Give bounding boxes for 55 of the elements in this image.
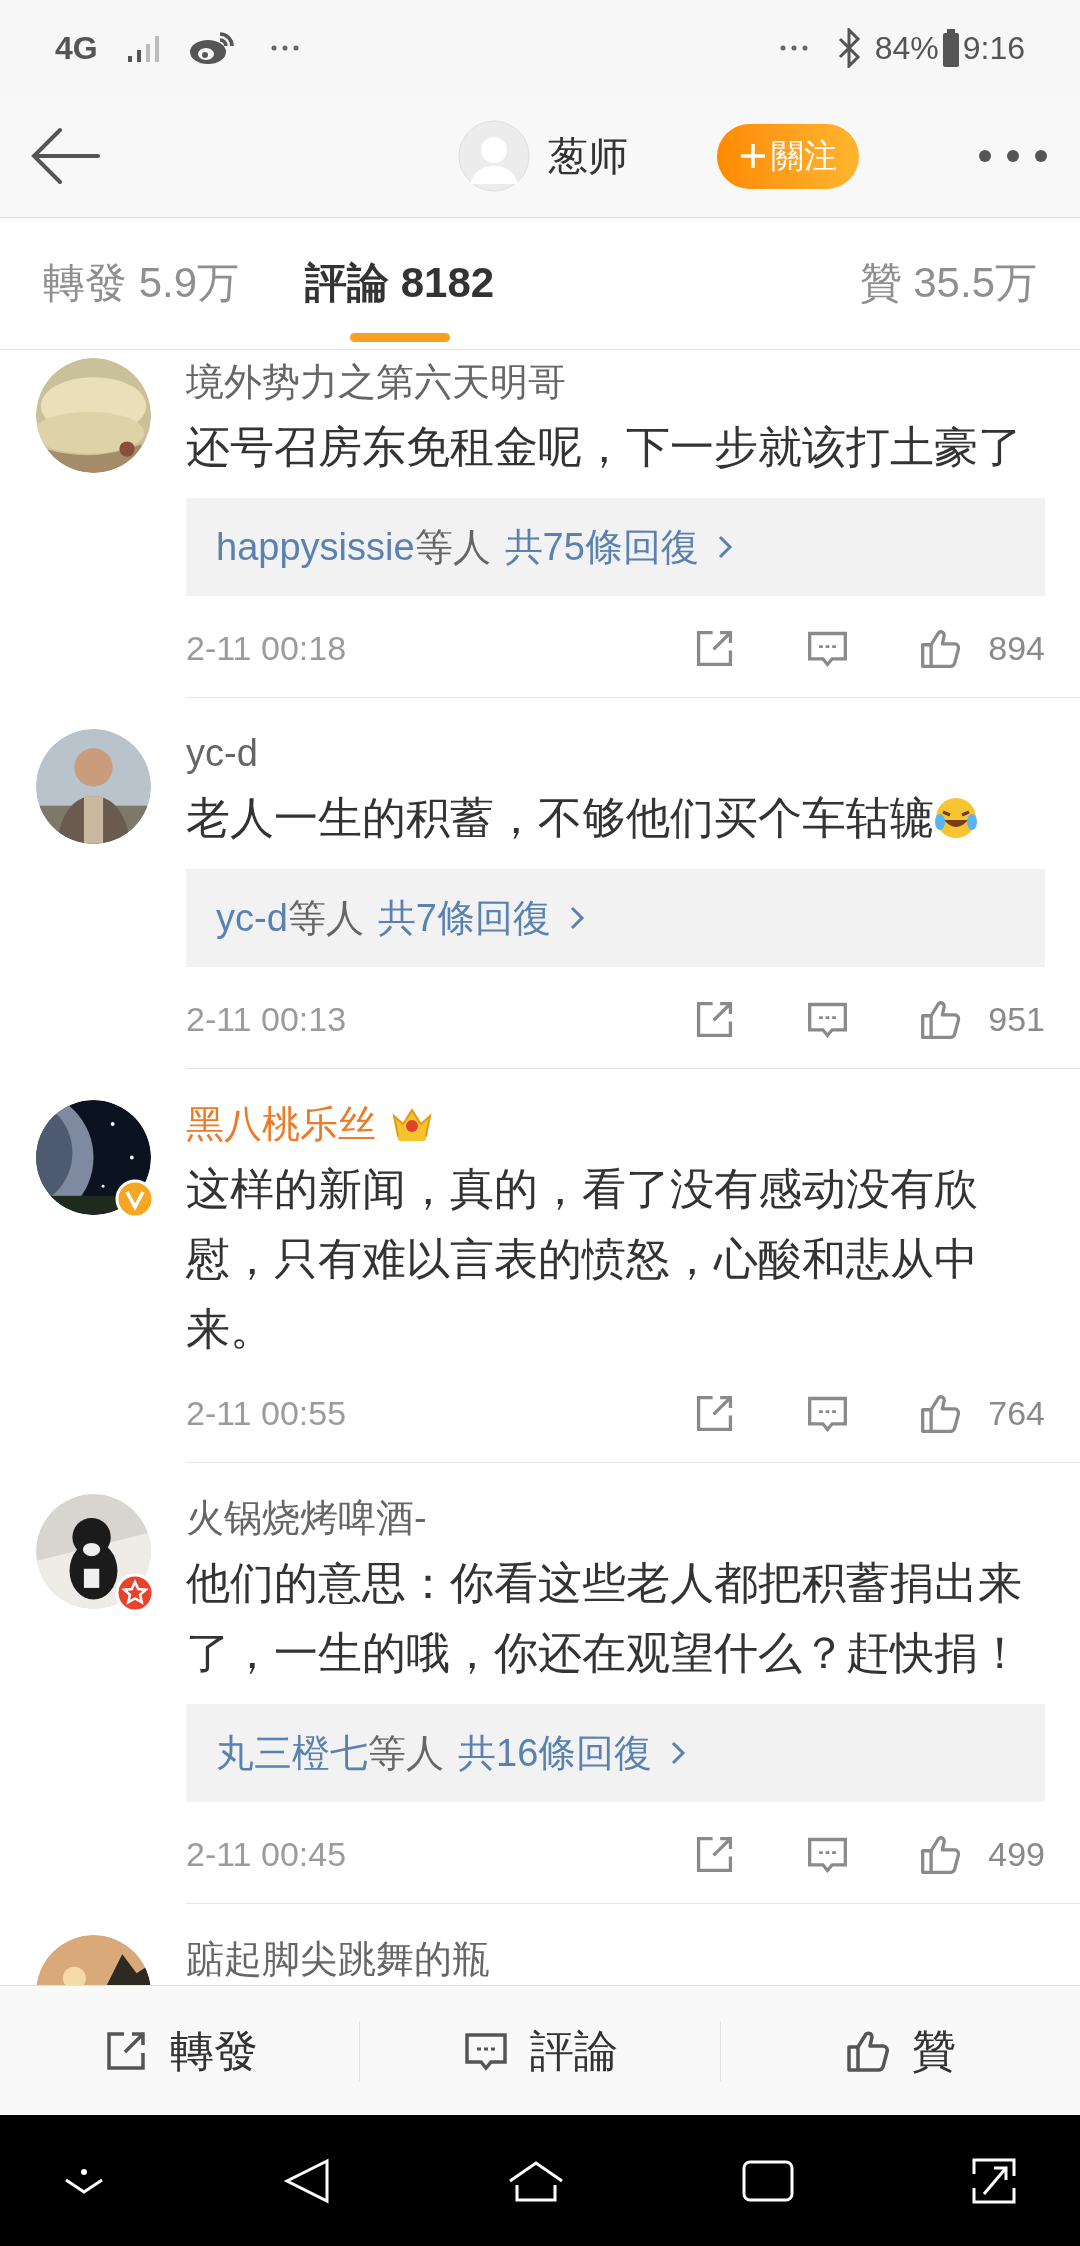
like-count: 499 — [988, 1833, 1045, 1875]
chevron-right-icon — [716, 533, 733, 561]
comment-text: 老人一生的积蓄，不够他们买个车轱辘 — [186, 792, 934, 844]
back-icon[interactable] — [282, 2156, 331, 2205]
comment-text: 这样的新闻，真的，看了没有感动没有欣慰，只有难以言表的愤怒，心酸和悲从中来。 — [186, 1163, 979, 1355]
weibo-icon — [187, 29, 236, 66]
reply-users-link[interactable]: happysissie — [216, 518, 415, 576]
chevron-right-icon — [568, 904, 585, 932]
more-icon[interactable] — [978, 149, 1048, 163]
recent-apps-icon[interactable] — [741, 2159, 794, 2202]
user-name[interactable]: yc-d — [186, 724, 258, 782]
like-count: 894 — [988, 627, 1045, 669]
more-icon — [269, 43, 300, 52]
reply-count-link[interactable]: 共16條回復 — [458, 1724, 653, 1782]
network-type: 4G — [55, 28, 98, 68]
star-badge-icon — [115, 1573, 155, 1613]
like-button[interactable]: 贊 — [720, 1986, 1080, 2115]
user-name: 葱师 — [548, 133, 628, 180]
battery-icon — [940, 27, 961, 68]
comment-text: 还号召房东免租金呢，下一步就该打土豪了 — [186, 421, 1023, 473]
reply-users-link[interactable]: 丸三橙七 — [216, 1724, 368, 1782]
bluetooth-icon — [836, 27, 861, 68]
comment-time: 2-11 00:13 — [186, 998, 347, 1040]
reply-users-suffix: 等人 — [414, 524, 491, 570]
reply-users-link[interactable]: yc-d — [216, 889, 288, 947]
comment-time: 2-11 00:45 — [186, 1833, 347, 1875]
more-icon — [778, 43, 809, 52]
comment-time: 2-11 00:18 — [186, 627, 347, 669]
clock-time: 9:16 — [962, 28, 1025, 68]
plus-icon — [739, 142, 767, 170]
comment-text: 他们的意思：你看这些老人都把积蓄捐出来了，一生的哦，你还在观望什么？赶快捐！ — [186, 1557, 1023, 1679]
user-name[interactable]: 火锅烧烤啤酒- — [186, 1489, 427, 1547]
tab[interactable]: 轉發 5.9万 — [43, 218, 240, 349]
comment-time: 2-11 00:55 — [186, 1392, 347, 1434]
avatar-icon — [458, 120, 530, 192]
user-name[interactable]: 黑八桃乐丝 — [186, 1095, 376, 1153]
replies-panel[interactable]: happysissie等人 共75條回復 — [186, 498, 1045, 596]
user-name[interactable]: 踮起脚尖跳舞的瓶 — [186, 1930, 490, 1985]
replies-panel[interactable]: yc-d等人 共7條回復 — [186, 869, 1045, 967]
reply-users-suffix: 等人 — [368, 1730, 444, 1776]
reply-count-link[interactable]: 共75條回復 — [504, 518, 699, 576]
comment-button[interactable]: 評論 — [360, 1986, 720, 2115]
chevron-right-icon — [670, 1739, 687, 1767]
replies-panel[interactable]: 丸三橙七等人 共16條回復 — [186, 1704, 1045, 1802]
verified-badge-icon — [115, 1179, 155, 1219]
share-button[interactable]: 轉發 — [0, 1986, 360, 2115]
like-count: 951 — [988, 998, 1045, 1040]
like-count: 764 — [988, 1392, 1045, 1434]
user-name[interactable]: 境外势力之第六天明哥 — [186, 353, 566, 411]
battery-percent: 84% — [874, 28, 939, 68]
back-icon[interactable] — [30, 126, 102, 186]
tab[interactable]: 評論 8182 — [305, 218, 495, 349]
reply-count-link[interactable]: 共7條回復 — [377, 889, 551, 947]
reply-users-suffix: 等人 — [287, 895, 364, 941]
tab[interactable]: 贊 35.5万 — [859, 218, 1037, 349]
